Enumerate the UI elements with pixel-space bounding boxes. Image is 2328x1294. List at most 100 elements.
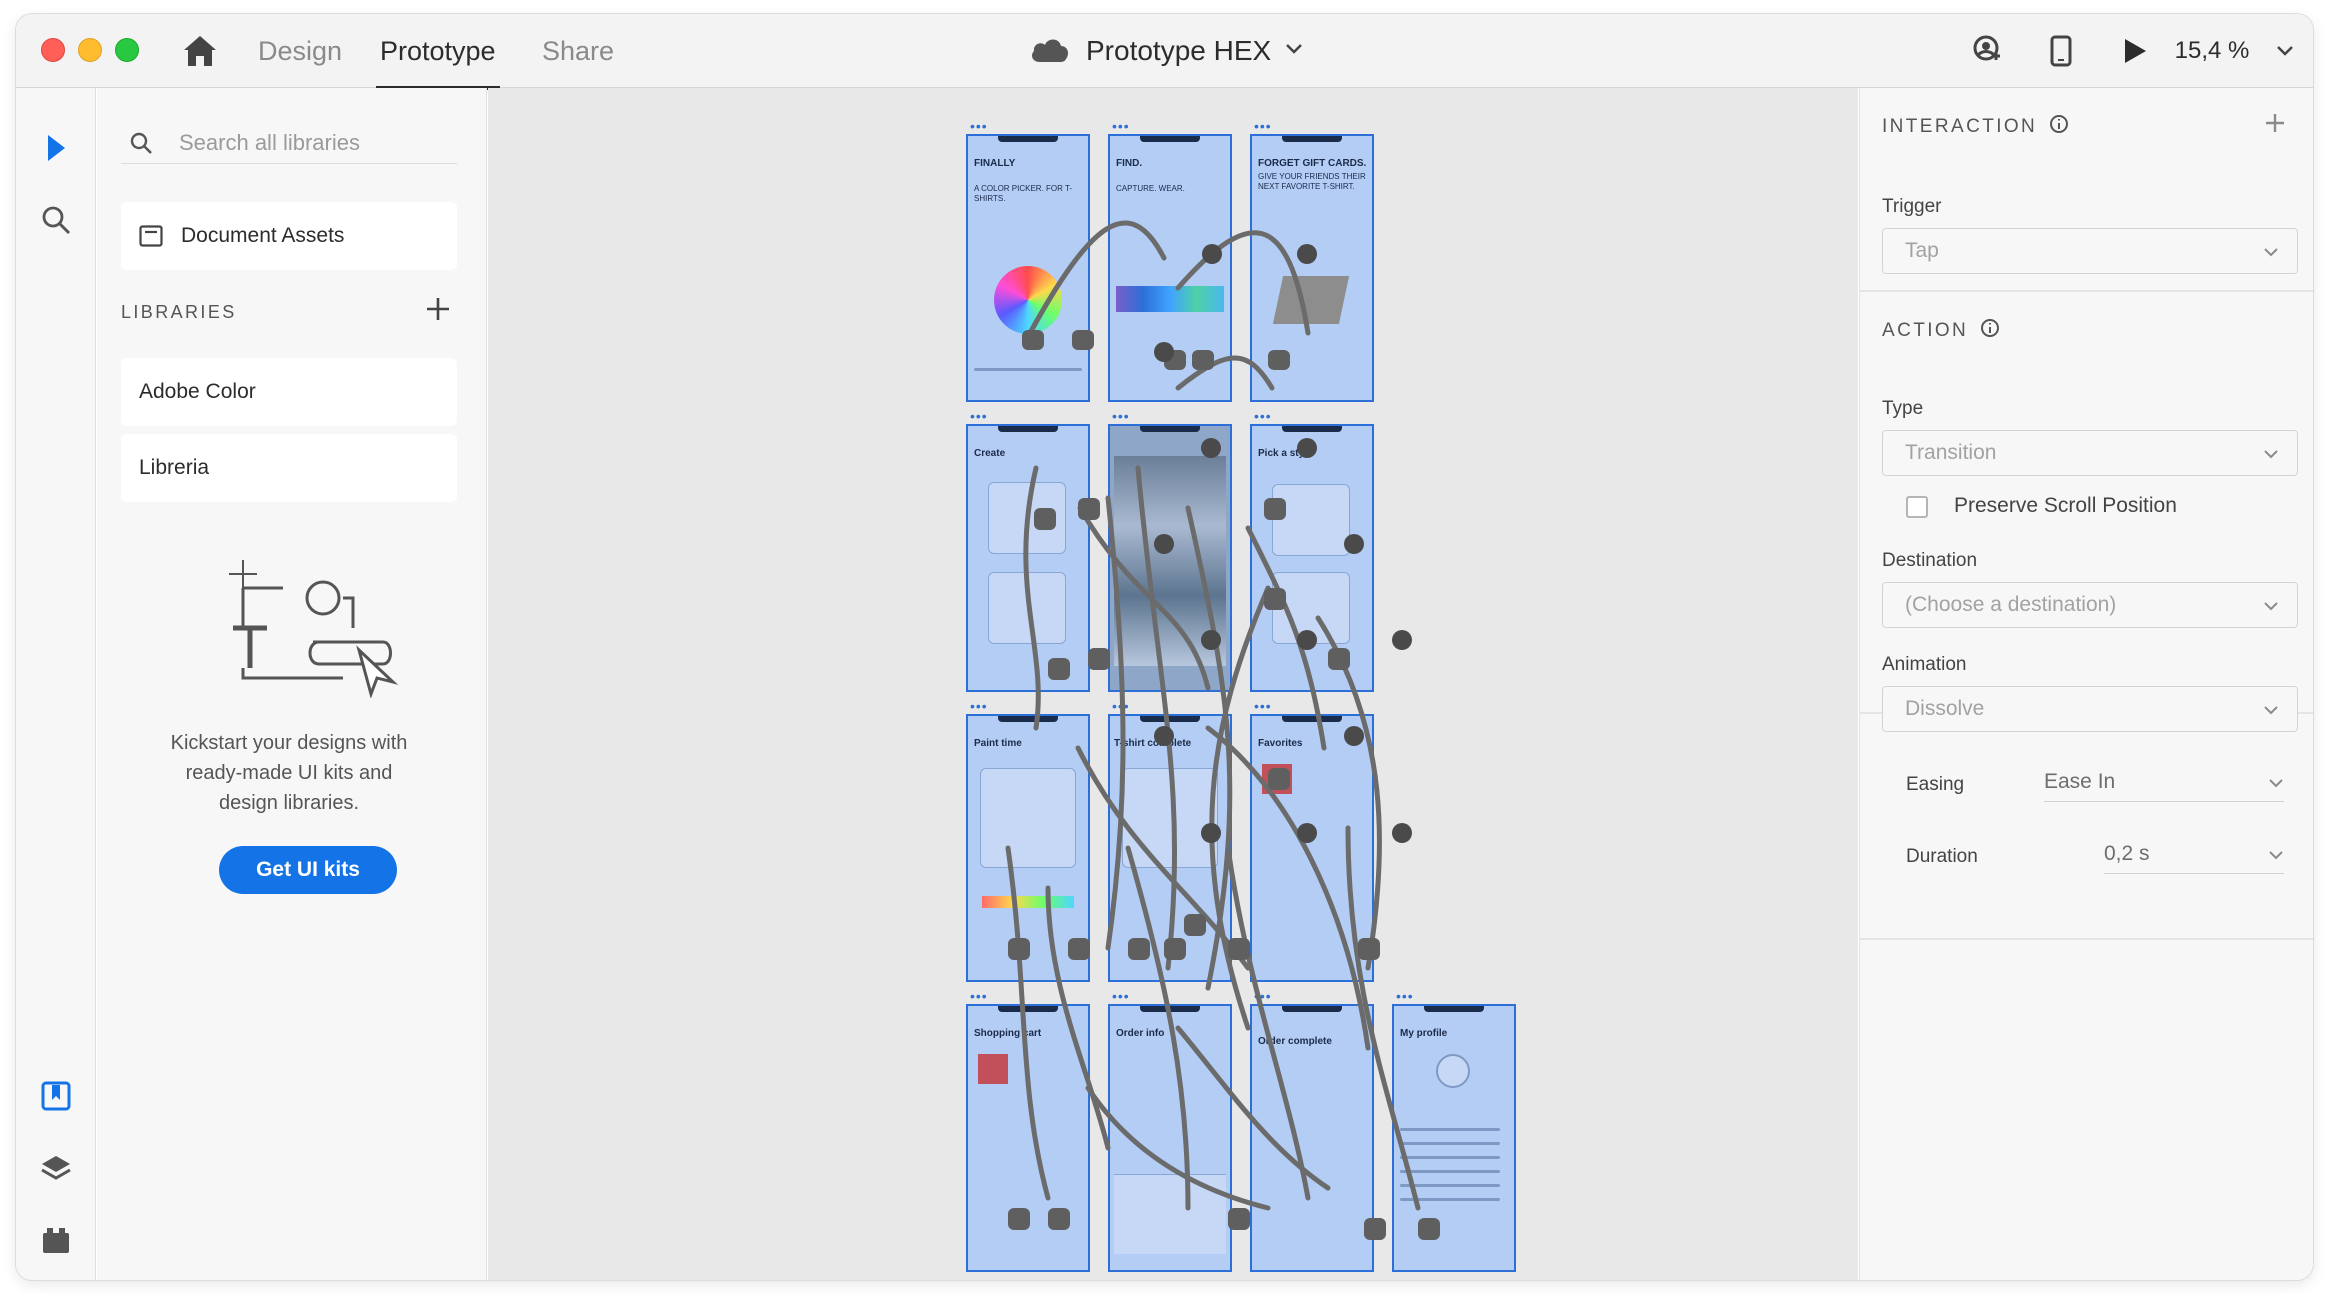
artboard-pick-style[interactable]: ••• Pick a style [1250, 408, 1374, 692]
phone-notch [1140, 426, 1200, 432]
add-interaction-icon[interactable] [2260, 108, 2290, 138]
plugins-panel-icon[interactable] [36, 1220, 76, 1260]
artboard-handle: ••• [1112, 698, 1130, 714]
artboard-handle: ••• [1254, 118, 1272, 134]
artboard-paint-time[interactable]: ••• Paint time [966, 698, 1090, 982]
artboard-handle: ••• [1396, 988, 1414, 1004]
zoom-level[interactable]: 15,4 % [2164, 30, 2260, 72]
duration-dropdown[interactable]: 0,2 s [2104, 834, 2284, 874]
interaction-heading-text: INTERACTION [1882, 116, 2038, 137]
artboard-order-complete[interactable]: ••• Order complete [1250, 988, 1374, 1272]
artboard-handle: ••• [1112, 408, 1130, 424]
tab-prototype[interactable]: Prototype [376, 32, 500, 90]
phone-notch [1140, 716, 1200, 722]
artboard-title: FIND. [1116, 158, 1143, 169]
phone-notch [998, 716, 1058, 722]
home-icon[interactable] [180, 32, 220, 70]
destination-label: Destination [1882, 550, 1978, 571]
libraries-panel: Document Assets LIBRARIES Adobe Color Li… [97, 88, 487, 1280]
animation-options-section: Easing Ease In Duration 0,2 s [1860, 714, 2313, 940]
tshirt-canvas-box [980, 768, 1076, 868]
type-label: Type [1882, 398, 1924, 419]
tab-design[interactable]: Design [258, 32, 342, 76]
action-heading-text: ACTION [1882, 320, 1969, 341]
search-icon [121, 131, 161, 155]
artboard-favorites[interactable]: ••• Favorites [1250, 698, 1374, 982]
easing-label: Easing [1906, 774, 1965, 795]
library-item-adobe-color[interactable]: Adobe Color [121, 358, 457, 426]
artboard-onboarding-1[interactable]: ••• FINALLY A COLOR PICKER. FOR T-SHIRTS… [966, 118, 1090, 402]
easing-value: Ease In [2044, 769, 2116, 793]
cloud-icon [1028, 34, 1072, 69]
artboard-title: Order info [1116, 1028, 1165, 1039]
close-window-button[interactable] [41, 38, 65, 62]
trigger-dropdown[interactable]: Tap [1882, 228, 2298, 274]
library-search [121, 122, 457, 164]
info-icon[interactable] [1980, 318, 2000, 344]
empty-state-line: Kickstart your designs with [170, 732, 408, 754]
artboard-create[interactable]: ••• Create [966, 408, 1090, 692]
avatar [1436, 1054, 1470, 1088]
empty-state-line: design libraries. [218, 792, 360, 814]
document-title-menu[interactable]: Prototype HEX [1028, 31, 1303, 71]
document-title: Prototype HEX [1086, 35, 1272, 66]
artboard-handle: ••• [1254, 988, 1272, 1004]
artboard-tshirt-complete[interactable]: ••• T-shirt complete [1108, 698, 1232, 982]
keyboard-graphic [1114, 1174, 1226, 1254]
get-ui-kits-button[interactable]: Get UI kits [219, 846, 397, 894]
phone-notch [1282, 716, 1342, 722]
profile-row [1400, 1170, 1500, 1173]
chevron-down-icon [2263, 593, 2279, 617]
color-wheel-graphic [994, 266, 1062, 334]
type-dropdown[interactable]: Transition [1882, 430, 2298, 476]
long-sleeve-box [1272, 572, 1350, 644]
empty-state-line: ready-made UI kits and [185, 762, 393, 784]
tab-share[interactable]: Share [542, 32, 614, 76]
artboard-title: T-shirt complete [1114, 738, 1192, 749]
artboard-onboarding-3[interactable]: ••• FORGET GIFT CARDS. GIVE YOUR FRIENDS… [1250, 118, 1374, 402]
destination-dropdown[interactable]: (Choose a destination) [1882, 582, 2298, 628]
info-icon[interactable] [2049, 114, 2069, 140]
artboard-title: Paint time [974, 738, 1022, 749]
profile-row [1400, 1198, 1500, 1201]
button-placeholder [974, 368, 1082, 371]
artboard-title: Shopping cart [974, 1028, 1042, 1039]
title-bar: Design Prototype Share Prototype HEX 15,… [16, 14, 2313, 90]
artboard-title: FINALLY [974, 158, 1016, 169]
phone-notch [1140, 1006, 1200, 1012]
phone-notch [998, 426, 1058, 432]
empty-state-text: Kickstart your designs with ready-made U… [121, 728, 457, 818]
add-library-icon[interactable] [423, 294, 453, 324]
artboard-onboarding-2[interactable]: ••• FIND. CAPTURE. WEAR. [1108, 118, 1232, 402]
design-canvas[interactable]: ••• FINALLY A COLOR PICKER. FOR T-SHIRTS… [488, 88, 1858, 1280]
chevron-down-icon [1285, 42, 1303, 60]
artboard-subtitle: CAPTURE. WEAR. [1116, 184, 1185, 193]
play-preview-icon[interactable] [2114, 30, 2156, 72]
zoom-dropdown-chevron-icon[interactable] [2270, 30, 2300, 72]
artboard-camera[interactable]: ••• [1108, 408, 1232, 692]
document-icon [139, 225, 163, 247]
library-item-libreria[interactable]: Libreria [121, 434, 457, 502]
artboard-my-profile[interactable]: ••• My profile [1392, 988, 1516, 1272]
libraries-panel-icon[interactable] [36, 1076, 76, 1116]
artboard-order-info[interactable]: ••• Order info [1108, 988, 1232, 1272]
artboard-shopping-cart[interactable]: ••• Shopping cart [966, 988, 1090, 1272]
preserve-scroll-checkbox[interactable] [1906, 496, 1928, 518]
document-assets-item[interactable]: Document Assets [121, 202, 457, 270]
easing-dropdown[interactable]: Ease In [2044, 762, 2284, 802]
trigger-label: Trigger [1882, 196, 1942, 217]
device-preview-icon[interactable] [2040, 30, 2082, 72]
tshirt-row-graphic [1116, 286, 1224, 312]
zoom-window-button[interactable] [115, 38, 139, 62]
select-tool-icon[interactable] [36, 128, 76, 168]
share-for-review-icon[interactable] [1966, 30, 2008, 72]
property-inspector: INTERACTION Trigger Tap ACTION Type Tran… [1859, 88, 2313, 1280]
action-section: ACTION Type Transition Preserve Scroll P… [1860, 292, 2313, 732]
palette-strip [982, 896, 1074, 908]
artboard-handle: ••• [970, 408, 988, 424]
minimize-window-button[interactable] [78, 38, 102, 62]
library-search-input[interactable] [179, 129, 439, 156]
libraries-illustration [223, 558, 403, 703]
layers-panel-icon[interactable] [36, 1148, 76, 1188]
search-tool-icon[interactable] [36, 200, 76, 240]
